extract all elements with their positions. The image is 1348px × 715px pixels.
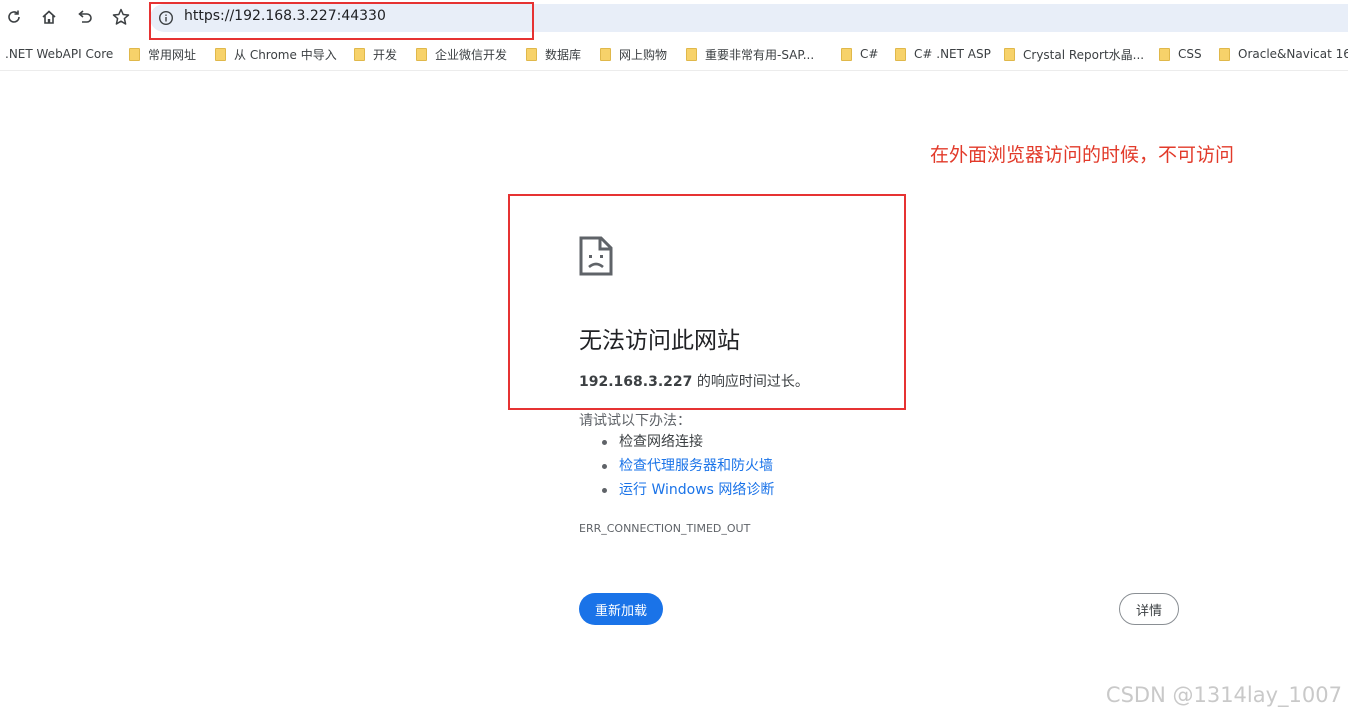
suggestion-check-network: 检查网络连接 [600, 432, 774, 456]
back-icon[interactable] [71, 4, 97, 30]
bookmark-folder[interactable]: C# .NET ASP [895, 45, 991, 63]
folder-icon [354, 47, 365, 61]
error-title: 无法访问此网站 [579, 328, 740, 354]
bookmark-folder[interactable]: 企业微信开发 [416, 45, 507, 63]
bookmark-folder[interactable]: CSS [1159, 45, 1202, 63]
bookmark-item[interactable]: .NET WebAPI Core [5, 45, 113, 63]
bookmark-folder[interactable]: C# [841, 45, 878, 63]
folder-icon [841, 47, 852, 61]
bookmarks-bar: .NET WebAPI Core 常用网址 从 Chrome 中导入 开发 企业… [0, 40, 1348, 68]
suggestion-run-diagnostics-link[interactable]: 运行 Windows 网络诊断 [600, 480, 774, 504]
folder-icon [526, 47, 537, 61]
url-highlight-box [149, 2, 534, 40]
folder-icon [215, 47, 226, 61]
folder-icon [895, 47, 906, 61]
reload-button[interactable]: 重新加载 [579, 593, 663, 625]
folder-icon [1004, 47, 1015, 61]
bookmark-folder[interactable]: 常用网址 [129, 45, 196, 63]
bookmark-folder[interactable]: 网上购物 [600, 45, 667, 63]
bookmark-folder[interactable]: 从 Chrome 中导入 [215, 45, 337, 63]
sad-page-icon [578, 236, 614, 276]
folder-icon [1219, 47, 1230, 61]
csdn-watermark: CSDN @1314lay_1007 [1105, 683, 1342, 707]
suggestion-check-proxy-link[interactable]: 检查代理服务器和防火墙 [600, 456, 774, 480]
bookmark-folder[interactable]: Oracle&Navicat 16 [1219, 45, 1348, 63]
try-label: 请试试以下办法： [579, 413, 691, 429]
error-description: 192.168.3.227 的响应时间过长。 [579, 371, 809, 391]
annotation-text: 在外面浏览器访问的时候，不可访问 [930, 144, 1235, 166]
star-icon[interactable] [108, 4, 134, 30]
folder-icon [416, 47, 427, 61]
home-icon[interactable] [36, 4, 62, 30]
suggestion-list: 检查网络连接 检查代理服务器和防火墙 运行 Windows 网络诊断 [600, 432, 774, 504]
folder-icon [129, 47, 140, 61]
folder-icon [686, 47, 697, 61]
bookmarks-divider [0, 70, 1348, 71]
details-button[interactable]: 详情 [1119, 593, 1179, 625]
bookmark-folder[interactable]: 数据库 [526, 45, 581, 63]
folder-icon [600, 47, 611, 61]
error-code: ERR_CONNECTION_TIMED_OUT [579, 522, 751, 535]
bookmark-folder[interactable]: Crystal Report水晶... [1004, 45, 1144, 63]
browser-toolbar: https://192.168.3.227:44330 [0, 0, 1348, 40]
error-host: 192.168.3.227 [579, 374, 693, 390]
error-desc-suffix: 的响应时间过长。 [692, 374, 809, 390]
folder-icon [1159, 47, 1170, 61]
bookmark-folder[interactable]: 重要非常有用-SAP... [686, 45, 814, 63]
bookmark-folder[interactable]: 开发 [354, 45, 397, 63]
refresh-icon[interactable] [1, 4, 27, 30]
